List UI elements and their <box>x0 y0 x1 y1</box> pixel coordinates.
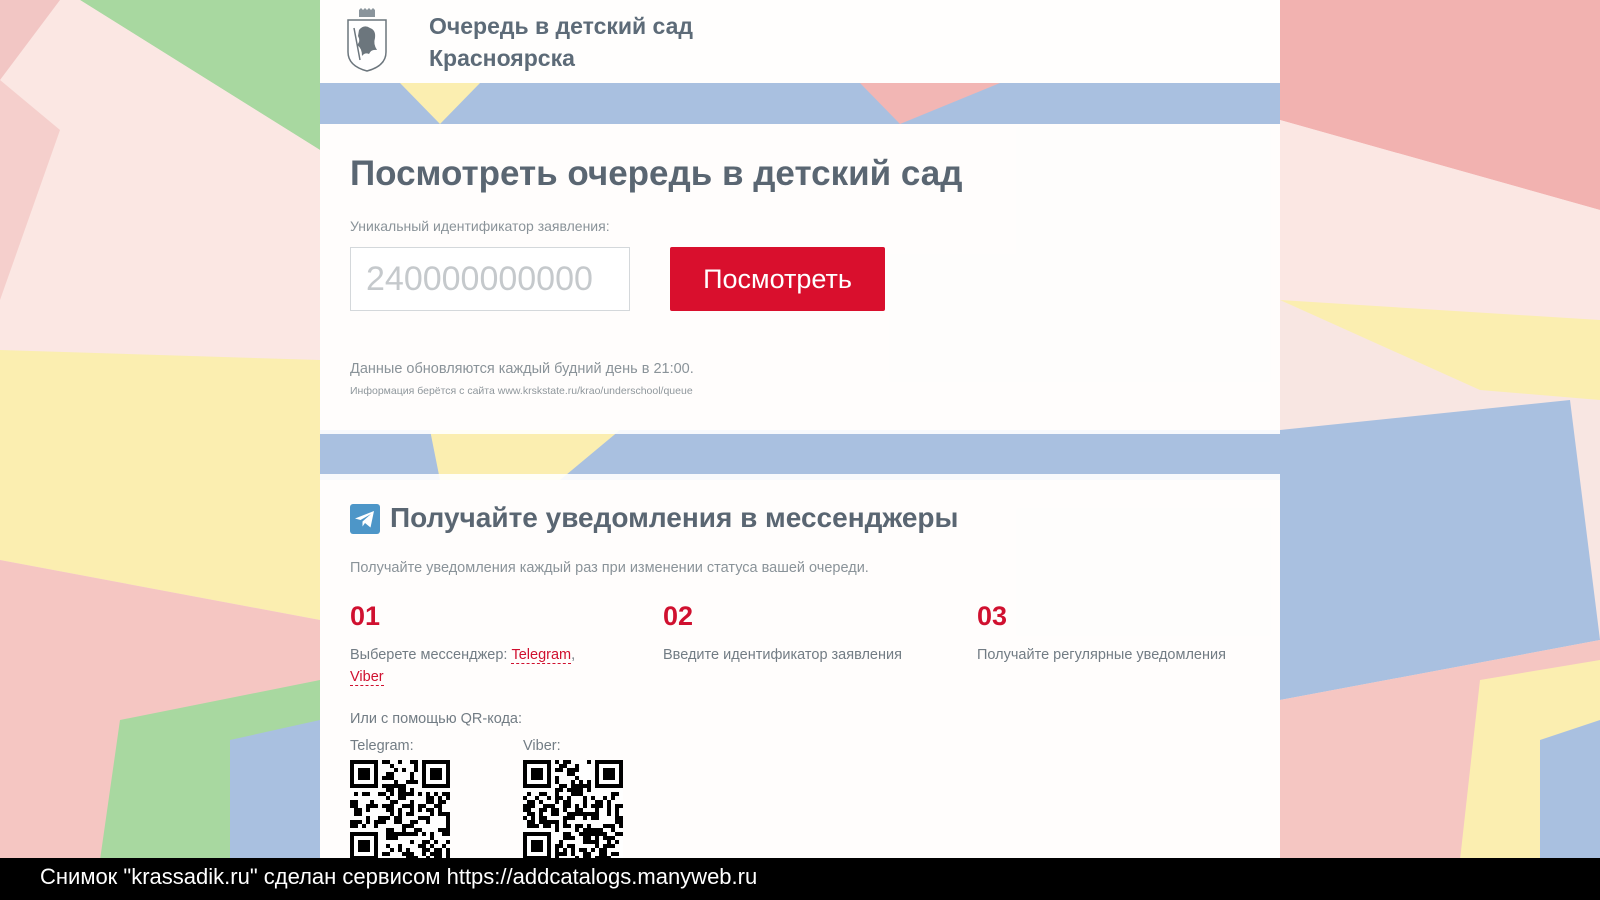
site-header: Очередь в детский сад Красноярска <box>320 0 1280 83</box>
viber-qr-code[interactable] <box>523 760 623 860</box>
telegram-icon <box>350 504 380 534</box>
qr-intro: Или с помощью QR-кода: <box>350 711 523 727</box>
site-title[interactable]: Очередь в детский сад Красноярска <box>429 10 829 74</box>
site-title-line1: Очередь в детский сад <box>429 13 694 39</box>
queue-lookup-card: Посмотреть очередь в детский сад Уникаль… <box>320 124 1280 434</box>
view-queue-button[interactable]: Посмотреть <box>670 247 885 311</box>
step-number: 03 <box>977 601 1008 631</box>
site-title-line2: Красноярска <box>429 45 575 71</box>
qr-telegram-label: Telegram: <box>350 738 414 754</box>
page-title: Посмотреть очередь в детский сад <box>350 154 963 193</box>
notifications-subtitle: Получайте уведомления каждый раз при изм… <box>350 560 869 576</box>
step-3: 03 Получайте регулярные уведомления <box>977 600 1277 666</box>
application-id-input[interactable] <box>350 247 630 311</box>
telegram-link[interactable]: Telegram <box>511 647 572 664</box>
application-id-label: Уникальный идентификатор заявления: <box>350 218 610 234</box>
notifications-card: Получайте уведомления в мессенджеры Полу… <box>320 474 1280 860</box>
viber-link[interactable]: Viber <box>350 669 384 686</box>
step-text: Введите идентификатор заявления <box>663 647 902 663</box>
screenshot-caption: Снимок "krassadik.ru" сделан сервисом ht… <box>40 864 758 889</box>
step-text: Получайте регулярные уведомления <box>977 647 1226 663</box>
update-schedule-note: Данные обновляются каждый будний день в … <box>350 361 694 377</box>
step-text: Выберете мессенджер: Telegram, Viber <box>350 644 610 688</box>
data-source-note: Информация берётся с сайта www.krskstate… <box>350 385 693 397</box>
coat-of-arms-icon[interactable] <box>346 8 388 72</box>
step-2: 02 Введите идентификатор заявления <box>663 600 963 666</box>
step-number: 01 <box>350 601 381 631</box>
step-text-prefix: Выберете мессенджер: <box>350 647 512 663</box>
qr-viber-label: Viber: <box>523 738 561 754</box>
link-separator: , <box>571 647 576 663</box>
step-1: 01 Выберете мессенджер: Telegram, Viber <box>350 600 610 688</box>
notifications-title: Получайте уведомления в мессенджеры <box>390 502 959 533</box>
telegram-qr-code[interactable] <box>350 760 450 860</box>
step-number: 02 <box>663 601 694 631</box>
screenshot-caption-bar: Снимок "krassadik.ru" сделан сервисом ht… <box>0 858 1600 900</box>
